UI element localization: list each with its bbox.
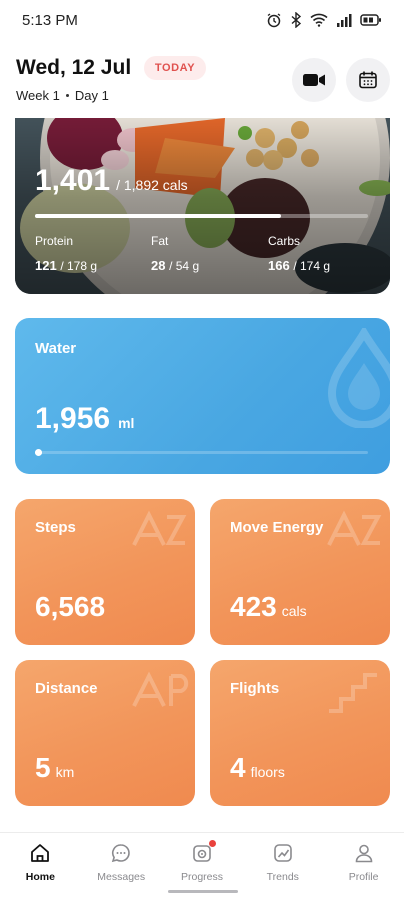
status-icons — [266, 12, 382, 28]
macro-total: / 174 g — [293, 259, 331, 273]
macro-value: 121 / 178 g — [35, 258, 97, 273]
macro-total: / 178 g — [60, 259, 98, 273]
metric-title: Move Energy — [230, 519, 324, 536]
water-card[interactable]: Water 1,956 ml — [15, 318, 390, 474]
separator-dot — [65, 94, 69, 97]
nav-label: Messages — [97, 871, 146, 883]
metric-value: 6,568 — [35, 591, 105, 623]
calories-consumed: 1,401 — [35, 164, 111, 197]
calendar-icon — [359, 71, 377, 89]
calories-progress-bar — [35, 214, 368, 218]
nav-item-home[interactable]: Home — [0, 833, 81, 900]
macro-value: 166 / 174 g — [268, 258, 330, 273]
metric-value: 5 km — [35, 752, 74, 784]
progress-icon — [190, 840, 216, 865]
calories-progress-fill — [35, 214, 282, 218]
page-title-date: Wed, 12 Jul — [16, 56, 132, 79]
macro-label: Carbs — [268, 234, 301, 248]
macro-protein: Protein 121 / 178 g — [35, 234, 97, 273]
metric-number: 423 — [230, 591, 277, 622]
status-bar: 5:13 PM — [0, 0, 404, 40]
macro-fat: Fat 28 / 54 g — [151, 234, 199, 273]
water-value: 1,956 ml — [35, 402, 134, 436]
metric-value: 4 floors — [230, 752, 285, 784]
nutrition-card[interactable]: 1,401 / 1,892 cals Protein 121 / 178 g F… — [15, 118, 390, 294]
metric-number: 4 — [230, 752, 246, 783]
nav-item-trends[interactable]: Trends — [242, 833, 323, 900]
nav-item-profile[interactable]: Profile — [323, 833, 404, 900]
week-label: Week 1 — [16, 88, 60, 103]
trends-icon — [271, 841, 295, 865]
battery-icon — [360, 14, 381, 26]
nav-label: Progress — [180, 871, 223, 883]
today-badge[interactable]: TODAY — [144, 56, 206, 80]
water-progress-knob — [35, 449, 42, 456]
metric-title: Distance — [35, 680, 98, 697]
steps-card[interactable]: Steps 6,568 — [15, 499, 195, 645]
video-call-button[interactable] — [292, 58, 336, 102]
metric-number: 6,568 — [35, 591, 106, 622]
move-energy-card[interactable]: Move Energy 423 cals — [210, 499, 390, 645]
flights-watermark-icon — [329, 673, 377, 713]
nav-item-messages[interactable]: Messages — [81, 833, 162, 900]
flights-card[interactable]: Flights 4 floors — [210, 660, 390, 806]
macro-total: / 54 g — [169, 259, 200, 273]
water-drop-icon — [327, 328, 390, 428]
wifi-icon — [310, 13, 328, 27]
macro-label: Protein — [35, 234, 74, 248]
signal-icon — [337, 14, 352, 27]
status-time: 5:13 PM — [22, 11, 78, 29]
metric-unit: km — [55, 764, 75, 780]
metric-value: 423 cals — [230, 591, 307, 623]
nav-label: Home — [25, 871, 55, 883]
macro-amount: 121 — [35, 258, 57, 273]
macro-amount: 166 — [268, 258, 290, 273]
distance-watermark-icon — [132, 671, 189, 707]
day-label: Day 1 — [74, 88, 109, 103]
water-amount: 1,956 — [35, 402, 111, 435]
metric-number: 5 — [35, 752, 51, 783]
week-day-label: Week 1 Day 1 — [16, 88, 109, 103]
nav-label: Trends — [266, 871, 299, 883]
nav-label: Profile — [348, 871, 379, 883]
macro-carbs: Carbs 166 / 174 g — [268, 234, 330, 273]
metric-title: Flights — [230, 680, 280, 697]
alarm-icon — [267, 13, 281, 28]
calories-summary: 1,401 / 1,892 cals — [35, 164, 188, 198]
move-energy-watermark-icon — [327, 510, 382, 546]
calendar-button[interactable] — [346, 58, 390, 102]
home-indicator — [168, 890, 238, 893]
video-camera-icon — [303, 74, 325, 86]
home-icon — [28, 841, 52, 865]
metric-unit: cals — [281, 603, 307, 619]
macro-amount: 28 — [151, 258, 166, 273]
metric-title: Steps — [35, 519, 76, 536]
water-unit: ml — [118, 415, 135, 431]
header: Wed, 12 Jul TODAY Week 1 Day 1 — [0, 50, 404, 110]
calories-target: / 1,892 cals — [116, 177, 188, 193]
water-title: Water — [35, 340, 77, 357]
bluetooth-icon — [291, 12, 302, 28]
person-icon — [352, 841, 376, 865]
macro-label: Fat — [151, 234, 169, 248]
notification-dot — [208, 840, 216, 847]
water-progress-bar — [35, 451, 368, 454]
distance-card[interactable]: Distance 5 km — [15, 660, 195, 806]
macro-value: 28 / 54 g — [151, 258, 199, 273]
metric-unit: floors — [250, 764, 285, 780]
chat-icon — [109, 841, 133, 865]
steps-watermark-icon — [132, 510, 187, 546]
